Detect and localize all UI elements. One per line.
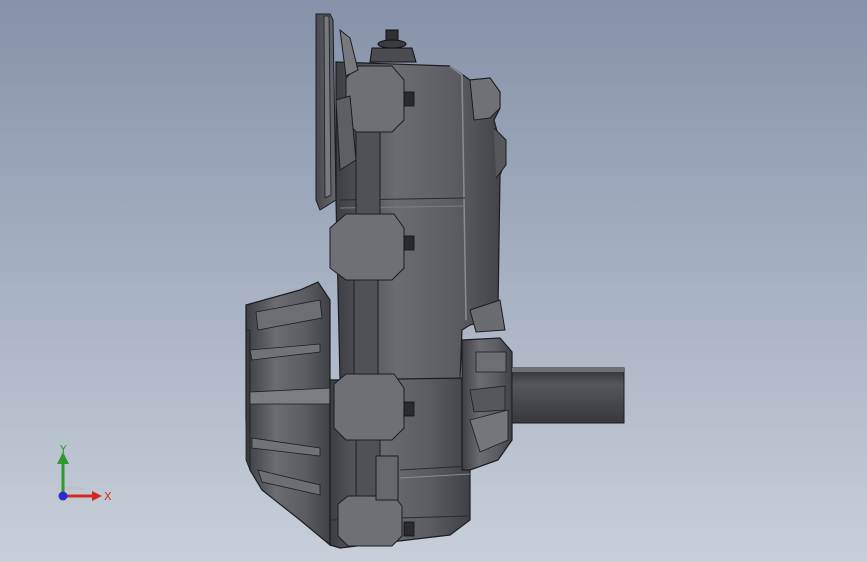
gearbox-model[interactable] xyxy=(0,0,867,562)
x-axis-label: X xyxy=(104,490,112,503)
axis-triad: Y X xyxy=(57,443,112,503)
3d-viewport[interactable]: Y X xyxy=(0,0,867,562)
z-axis-dot-icon xyxy=(58,491,68,501)
triad-plane-indicator xyxy=(63,485,85,490)
output-shaft[interactable] xyxy=(511,367,625,424)
top-flange-plate xyxy=(315,13,337,211)
lifting-bolt xyxy=(369,29,417,63)
output-bearing-housing xyxy=(461,337,513,471)
y-axis-label: Y xyxy=(59,443,67,456)
x-axis-arrow-icon xyxy=(92,491,102,501)
